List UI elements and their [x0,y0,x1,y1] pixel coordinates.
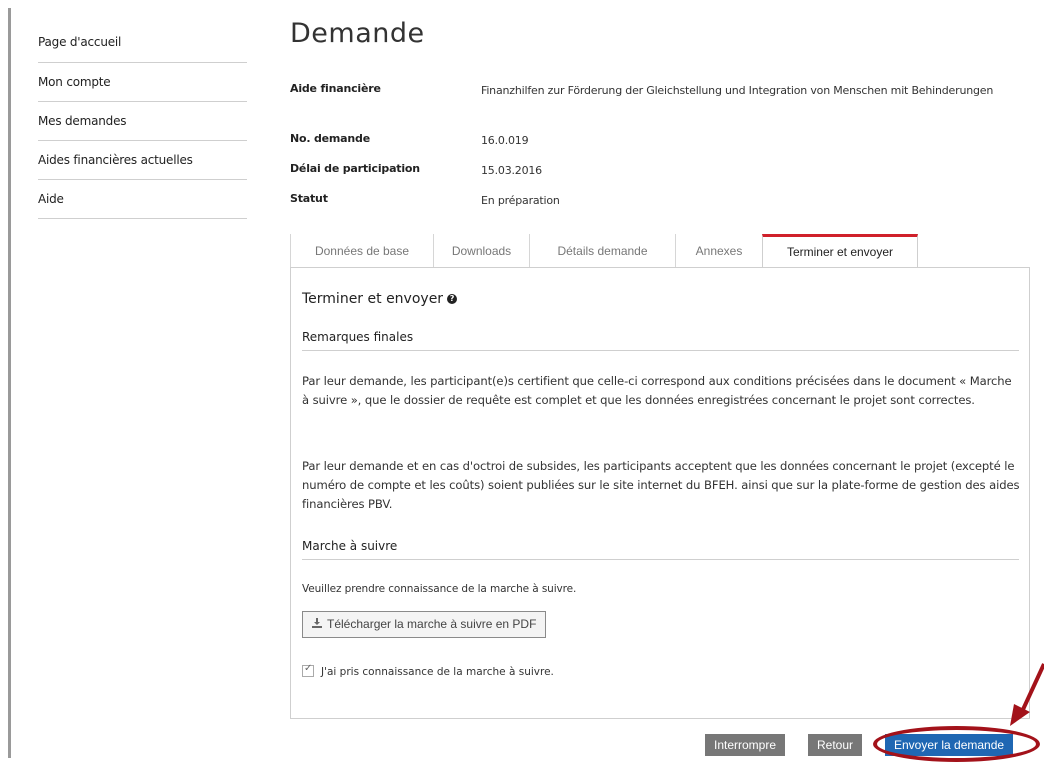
tab-base-data[interactable]: Données de base [290,234,433,267]
sidebar-item-help[interactable]: Aide [38,180,247,219]
panel-title-text: Terminer et envoyer [302,291,444,307]
sidebar-item-account[interactable]: Mon compte [38,63,247,102]
info-label: Aide financière [290,82,381,95]
annotation-arrow-icon [1010,663,1044,726]
remarks-heading: Remarques finales [302,330,1019,351]
guide-confirm-row: J'ai pris connaissance de la marche à su… [302,663,554,678]
status-value: En préparation [481,194,560,207]
interrupt-button[interactable]: Interrompre [705,734,786,756]
guide-heading: Marche à suivre [302,539,1019,560]
page-title: Demande [290,18,425,49]
sidebar-item-current-aids[interactable]: Aides financières actuelles [38,141,247,180]
tab-bar: Données de base Downloads Détails demand… [290,234,1018,268]
tab-finish-send[interactable]: Terminer et envoyer [762,234,918,268]
info-label: Délai de participation [290,162,420,175]
left-border-rule [8,8,11,758]
guide-confirm-checkbox[interactable] [302,663,314,677]
tab-attachments[interactable]: Annexes [675,234,762,267]
back-button[interactable]: Retour [808,734,863,756]
sidebar-item-home[interactable]: Page d'accueil [38,22,247,63]
remarks-paragraph-1: Par leur demande, les participant(e)s ce… [302,374,1012,407]
guide-confirm-label: J'ai pris connaissance de la marche à su… [321,666,554,678]
info-label: Statut [290,192,328,205]
sidebar-item-my-requests[interactable]: Mes demandes [38,102,247,141]
finish-send-panel: Terminer et envoyer? Remarques finales P… [290,267,1030,719]
info-value: 15.03.2016 [481,164,542,177]
info-value: 16.0.019 [481,134,529,147]
panel-title: Terminer et envoyer? [302,291,458,307]
tab-request-details[interactable]: Détails demande [529,234,675,267]
annotation-highlight-ellipse [873,726,1040,762]
download-guide-button[interactable]: Télécharger la marche à suivre en PDF [302,611,547,638]
question-circle-icon[interactable]: ? [447,294,458,304]
download-guide-label: Télécharger la marche à suivre en PDF [327,617,537,631]
tab-downloads[interactable]: Downloads [433,234,529,267]
guide-instructions: Veuillez prendre connaissance de la marc… [302,583,577,595]
remarks-paragraph-2: Par leur demande et en cas d'octroi de s… [302,459,1020,511]
sidebar-nav: Page d'accueil Mon compte Mes demandes A… [38,22,247,219]
info-label: No. demande [290,132,370,145]
info-value: Finanzhilfen zur Förderung der Gleichste… [481,84,994,97]
download-icon [312,613,322,638]
